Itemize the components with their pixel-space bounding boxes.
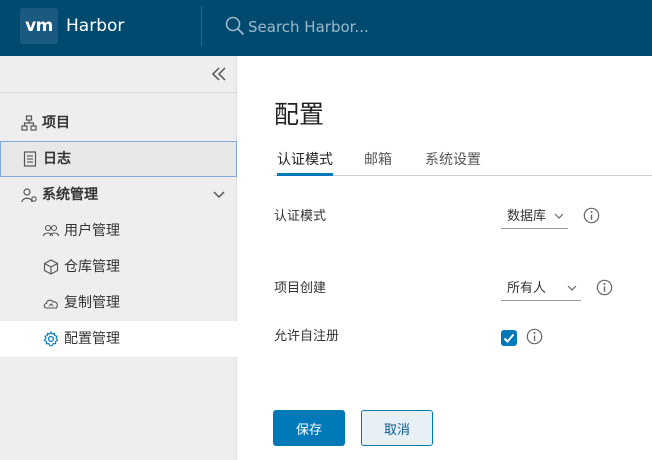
search-icon	[225, 16, 245, 36]
project-creation-label: 项目创建	[274, 281, 327, 296]
vmware-logo[interactable]: vm	[20, 8, 58, 44]
sidebar-group-admin[interactable]: 系统管理	[0, 177, 237, 213]
project-creation-value: 所有人	[507, 281, 547, 296]
sidebar-item-repositories[interactable]: 仓库管理	[0, 249, 237, 285]
top-header: vm Harbor	[0, 0, 652, 56]
cloud-replication-icon	[43, 299, 58, 309]
project-icon	[21, 115, 37, 131]
gear-icon	[43, 330, 59, 347]
sidebar-item-projects[interactable]: 项目	[0, 105, 237, 141]
project-creation-select[interactable]: 所有人	[501, 277, 581, 301]
cancel-button[interactable]: 取消	[361, 410, 433, 446]
page-title: 配置	[274, 100, 325, 129]
app-brand[interactable]: Harbor	[66, 14, 124, 38]
sidebar-item-users[interactable]: 用户管理	[0, 213, 237, 249]
sidebar-item-label: 复制管理	[64, 295, 120, 311]
users-icon	[42, 224, 60, 237]
sidebar-item-replication[interactable]: 复制管理	[0, 285, 237, 321]
main-content: 配置 认证模式 邮箱 系统设置 认证模式 数据库 项目创建 所有人 允许自注册	[238, 56, 652, 460]
search-input[interactable]	[248, 14, 548, 40]
info-icon[interactable]	[596, 279, 613, 296]
auth-mode-select[interactable]: 数据库	[501, 205, 568, 229]
save-button[interactable]: 保存	[273, 410, 345, 446]
info-icon[interactable]	[526, 328, 543, 345]
sidebar-item-label: 用户管理	[64, 223, 120, 239]
auth-mode-label: 认证模式	[274, 209, 327, 224]
info-icon[interactable]	[583, 207, 600, 224]
collapse-sidebar-icon[interactable]	[209, 64, 229, 84]
tab-system-settings[interactable]: 系统设置	[425, 150, 481, 176]
sidebar-item-label: 项目	[42, 115, 70, 131]
sidebar-divider	[0, 92, 237, 93]
self-registration-checkbox[interactable]	[501, 330, 517, 346]
tab-email[interactable]: 邮箱	[364, 150, 392, 176]
sidebar-item-label: 日志	[43, 151, 71, 167]
admin-icon	[21, 188, 37, 203]
checkmark-icon	[503, 333, 515, 343]
sidebar-item-logs[interactable]: 日志	[0, 141, 237, 177]
chevron-down-icon	[567, 285, 577, 291]
sidebar-item-label: 系统管理	[42, 187, 98, 203]
repository-icon	[43, 259, 59, 275]
log-icon	[23, 151, 37, 167]
sidebar-item-label: 仓库管理	[64, 259, 120, 275]
tab-auth-mode[interactable]: 认证模式	[277, 150, 333, 176]
tab-bar: 认证模式 邮箱 系统设置	[274, 148, 652, 176]
chevron-down-icon[interactable]	[211, 188, 227, 202]
sidebar: 项目 日志 系统管理 用户管理 仓库管理 复制管理 配置管理	[0, 56, 237, 460]
auth-mode-value: 数据库	[507, 209, 547, 224]
chevron-down-icon	[554, 213, 564, 219]
sidebar-item-configuration[interactable]: 配置管理	[0, 321, 237, 357]
sidebar-item-label: 配置管理	[64, 331, 120, 347]
header-divider	[201, 6, 202, 46]
self-registration-label: 允许自注册	[274, 329, 340, 344]
